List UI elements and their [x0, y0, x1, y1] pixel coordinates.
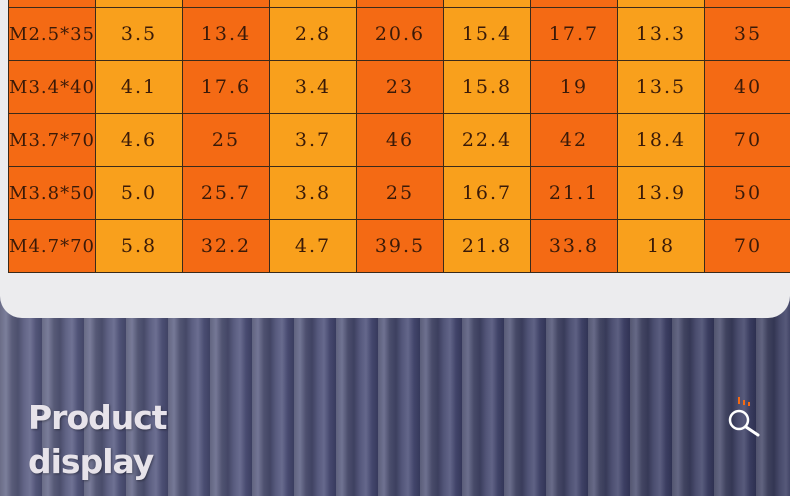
table-cell [182, 0, 270, 8]
table-cell: 15.4 [443, 7, 531, 61]
spec-table-body: M2.5*35 3.5 13.4 2.8 20.6 15.4 17.7 13.3 35 M3.4*… [8, 0, 790, 273]
table-cell: 17.6 [182, 60, 270, 114]
table-cell: 4.7 [269, 219, 357, 273]
table-cell: 19 [530, 60, 618, 114]
table-cell: 32.2 [182, 219, 270, 273]
table-cell: 3.8 [269, 166, 357, 220]
table-cell: 5.8 [95, 219, 183, 273]
table-cell: 22.4 [443, 113, 531, 167]
table-cell: 13.5 [617, 60, 705, 114]
table-cell: 15.8 [443, 60, 531, 114]
table-cell: 39.5 [356, 219, 444, 273]
table-cell: 21.1 [530, 166, 618, 220]
table-cell: 70 [704, 219, 790, 273]
table-cell-model: M3.7*70 [8, 113, 96, 167]
table-cell: 17.7 [530, 7, 618, 61]
table-row: M3.8*50 5.0 25.7 3.8 25 16.7 21.1 13.9 50 [8, 166, 790, 220]
table-cell-model: M3.4*40 [8, 60, 96, 114]
table-cell [95, 0, 183, 8]
table-row: M3.7*70 4.6 25 3.7 46 22.4 42 18.4 70 [8, 113, 790, 167]
banner-title: Product display [28, 396, 168, 484]
table-cell: 13.9 [617, 166, 705, 220]
table-row: M4.7*70 5.8 32.2 4.7 39.5 21.8 33.8 18 70 [8, 219, 790, 273]
table-cell: 4.1 [95, 60, 183, 114]
table-cell: 13.4 [182, 7, 270, 61]
table-cell: 70 [704, 113, 790, 167]
table-cell: 2.8 [269, 7, 357, 61]
table-cell: 20.6 [356, 7, 444, 61]
table-cell: 25.7 [182, 166, 270, 220]
table-row: M3.4*40 4.1 17.6 3.4 23 15.8 19 13.5 40 [8, 60, 790, 114]
table-row-partial [8, 0, 790, 8]
table-cell: 25 [182, 113, 270, 167]
table-cell [617, 0, 705, 8]
table-cell: 13.3 [617, 7, 705, 61]
table-cell [356, 0, 444, 8]
table-cell: 42 [530, 113, 618, 167]
table-cell: 35 [704, 7, 790, 61]
table-cell: 50 [704, 166, 790, 220]
table-cell-model: M2.5*35 [8, 7, 96, 61]
banner-title-line-1: Product [28, 398, 168, 437]
table-cell: 21.8 [443, 219, 531, 273]
table-cell: 3.4 [269, 60, 357, 114]
table-cell [443, 0, 531, 8]
table-cell: 18 [617, 219, 705, 273]
table-cell [704, 0, 790, 8]
table-cell [530, 0, 618, 8]
spec-card: M2.5*35 3.5 13.4 2.8 20.6 15.4 17.7 13.3 35 M3.4*… [0, 0, 790, 318]
table-cell: 18.4 [617, 113, 705, 167]
page: M2.5*35 3.5 13.4 2.8 20.6 15.4 17.7 13.3 35 M3.4*… [0, 0, 790, 496]
table-cell: 33.8 [530, 219, 618, 273]
table-cell: 16.7 [443, 166, 531, 220]
banner-title-line-2: display [28, 442, 154, 481]
table-cell [269, 0, 357, 8]
spec-table: M2.5*35 3.5 13.4 2.8 20.6 15.4 17.7 13.3 35 M3.4*… [8, 0, 790, 273]
table-cell: 25 [356, 166, 444, 220]
table-cell: 40 [704, 60, 790, 114]
table-row: M2.5*35 3.5 13.4 2.8 20.6 15.4 17.7 13.3 35 [8, 7, 790, 61]
table-cell: 4.6 [95, 113, 183, 167]
table-cell-model: M3.8*50 [8, 166, 96, 220]
table-cell: 5.0 [95, 166, 183, 220]
table-cell: 23 [356, 60, 444, 114]
table-cell: 3.5 [95, 7, 183, 61]
search-icon[interactable] [722, 396, 764, 438]
table-cell: 46 [356, 113, 444, 167]
table-cell: 3.7 [269, 113, 357, 167]
table-cell-model: M4.7*70 [8, 219, 96, 273]
table-cell-model [8, 0, 96, 8]
